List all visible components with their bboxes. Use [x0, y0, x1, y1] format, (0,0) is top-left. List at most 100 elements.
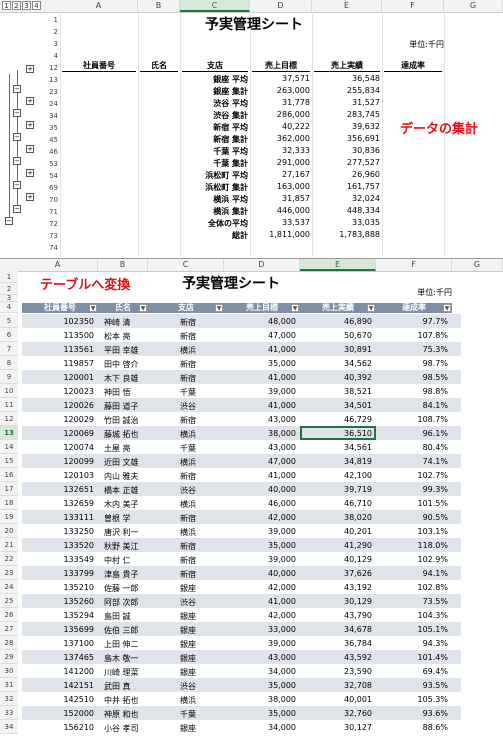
row-number[interactable]: 4 — [44, 52, 58, 60]
row-number[interactable]: 46 — [44, 148, 58, 156]
row-number[interactable]: 1 — [0, 271, 18, 283]
target-cell[interactable]: 38,000 — [224, 695, 296, 704]
target-cell[interactable]: 33,000 — [224, 625, 296, 634]
name-cell[interactable]: 内山 雅夫 — [104, 471, 148, 482]
filter-dropdown-icon[interactable]: ▼ — [215, 304, 223, 312]
table-header-employee-id[interactable]: 社員番号 ▼ — [22, 303, 98, 313]
collapse-group-button[interactable]: − — [13, 157, 21, 165]
name-cell[interactable]: 竹田 誠治 — [104, 415, 148, 426]
branch-cell[interactable]: 新宿 — [180, 359, 224, 370]
row-number[interactable]: 14 — [0, 440, 18, 454]
branch-cell[interactable]: 新宿 — [180, 471, 224, 482]
target-cell[interactable]: 34,000 — [224, 667, 296, 676]
row-number[interactable]: 34 — [44, 112, 58, 120]
target-cell[interactable]: 43,000 — [224, 415, 296, 424]
employee-id-cell[interactable]: 120074 — [22, 443, 94, 452]
target-cell[interactable]: 47,000 — [224, 331, 296, 340]
achievement-cell[interactable]: 94.1% — [376, 569, 448, 578]
target-cell[interactable]: 47,000 — [224, 457, 296, 466]
branch-cell[interactable]: 横浜 — [180, 527, 224, 538]
actual-cell[interactable]: 30,127 — [300, 723, 372, 732]
actual-cell[interactable]: 34,561 — [300, 443, 372, 452]
row-number[interactable]: 15 — [0, 454, 18, 468]
row-number[interactable]: 35 — [44, 124, 58, 132]
name-cell[interactable]: 秋野 美江 — [104, 541, 148, 552]
row-number[interactable]: 16 — [0, 468, 18, 482]
column-header-g[interactable]: G — [452, 259, 503, 271]
employee-id-cell[interactable]: 135260 — [22, 597, 94, 606]
table-header-name[interactable]: 氏名 ▼ — [98, 303, 148, 313]
name-cell[interactable]: 唐沢 利一 — [104, 527, 148, 538]
row-number[interactable]: 22 — [0, 552, 18, 566]
name-cell[interactable]: 神崎 清 — [104, 317, 148, 328]
column-header-c[interactable]: C — [180, 0, 250, 12]
row-number[interactable]: 10 — [0, 384, 18, 398]
collapse-group-button[interactable]: − — [13, 85, 21, 93]
target-cell[interactable]: 41,000 — [224, 401, 296, 410]
row-number[interactable]: 70 — [44, 196, 58, 204]
actual-cell[interactable]: 30,129 — [300, 597, 372, 606]
column-header-b[interactable]: B — [138, 0, 180, 12]
employee-id-cell[interactable]: 102350 — [22, 317, 94, 326]
actual-cell[interactable]: 23,590 — [300, 667, 372, 676]
actual-cell[interactable]: 40,001 — [300, 695, 372, 704]
collapse-group-button[interactable]: − — [13, 205, 21, 213]
branch-cell[interactable]: 横浜 — [180, 499, 224, 510]
actual-cell[interactable]: 38,521 — [300, 387, 372, 396]
row-number[interactable]: 30 — [0, 664, 18, 678]
name-cell[interactable]: 島田 誠 — [104, 611, 148, 622]
name-cell[interactable]: 木内 美子 — [104, 499, 148, 510]
actual-cell[interactable]: 34,678 — [300, 625, 372, 634]
row-number[interactable]: 45 — [44, 136, 58, 144]
branch-cell[interactable]: 銀座 — [180, 723, 224, 734]
actual-cell[interactable]: 43,192 — [300, 583, 372, 592]
outline-level-3-button[interactable]: 3 — [22, 1, 31, 10]
employee-id-cell[interactable]: 132651 — [22, 485, 94, 494]
employee-id-cell[interactable]: 135210 — [22, 583, 94, 592]
row-number[interactable]: 72 — [44, 220, 58, 228]
achievement-cell[interactable]: 108.7% — [376, 415, 448, 424]
achievement-cell[interactable]: 73.5% — [376, 597, 448, 606]
achievement-cell[interactable]: 107.8% — [376, 331, 448, 340]
branch-cell[interactable]: 新宿 — [180, 569, 224, 580]
target-cell[interactable]: 41,000 — [224, 597, 296, 606]
expand-group-button[interactable]: + — [26, 121, 34, 129]
actual-cell[interactable]: 34,819 — [300, 457, 372, 466]
target-cell[interactable]: 34,000 — [224, 723, 296, 732]
name-cell[interactable]: 小谷 孝司 — [104, 723, 148, 734]
row-number[interactable]: 13 — [0, 426, 18, 440]
branch-cell[interactable]: 新宿 — [180, 555, 224, 566]
employee-id-cell[interactable]: 156210 — [22, 723, 94, 732]
actual-cell[interactable]: 46,710 — [300, 499, 372, 508]
row-number[interactable]: 12 — [44, 64, 58, 72]
actual-cell[interactable]: 39,719 — [300, 485, 372, 494]
row-number[interactable]: 2 — [44, 28, 58, 36]
row-number[interactable]: 17 — [0, 482, 18, 496]
employee-id-cell[interactable]: 120026 — [22, 401, 94, 410]
actual-cell[interactable]: 34,562 — [300, 359, 372, 368]
achievement-cell[interactable]: 96.1% — [376, 429, 448, 438]
outline-level-2-button[interactable]: 2 — [12, 1, 21, 10]
achievement-cell[interactable]: 102.7% — [376, 471, 448, 480]
achievement-cell[interactable]: 105.1% — [376, 625, 448, 634]
branch-cell[interactable]: 渋谷 — [180, 401, 224, 412]
achievement-cell[interactable]: 88.6% — [376, 723, 448, 732]
employee-id-cell[interactable]: 152000 — [22, 709, 94, 718]
name-cell[interactable]: 阿部 次郎 — [104, 597, 148, 608]
branch-cell[interactable]: 千葉 — [180, 387, 224, 398]
column-header-f[interactable]: F — [376, 259, 452, 271]
expand-group-button[interactable]: + — [26, 97, 34, 105]
achievement-cell[interactable]: 98.5% — [376, 373, 448, 382]
outline-level-4-button[interactable]: 4 — [32, 1, 41, 10]
row-number[interactable]: 34 — [0, 720, 18, 734]
name-cell[interactable]: 曽根 学 — [104, 513, 148, 524]
employee-id-cell[interactable]: 141200 — [22, 667, 94, 676]
name-cell[interactable]: 中村 仁 — [104, 555, 148, 566]
target-cell[interactable]: 42,000 — [224, 611, 296, 620]
row-number[interactable]: 29 — [0, 650, 18, 664]
table-header-sales-actual[interactable]: 売上実績 ▼ — [300, 303, 376, 313]
achievement-cell[interactable]: 93.6% — [376, 709, 448, 718]
column-header-a[interactable]: A — [60, 0, 138, 12]
target-cell[interactable]: 43,000 — [224, 653, 296, 662]
name-cell[interactable]: 川崎 理菜 — [104, 667, 148, 678]
